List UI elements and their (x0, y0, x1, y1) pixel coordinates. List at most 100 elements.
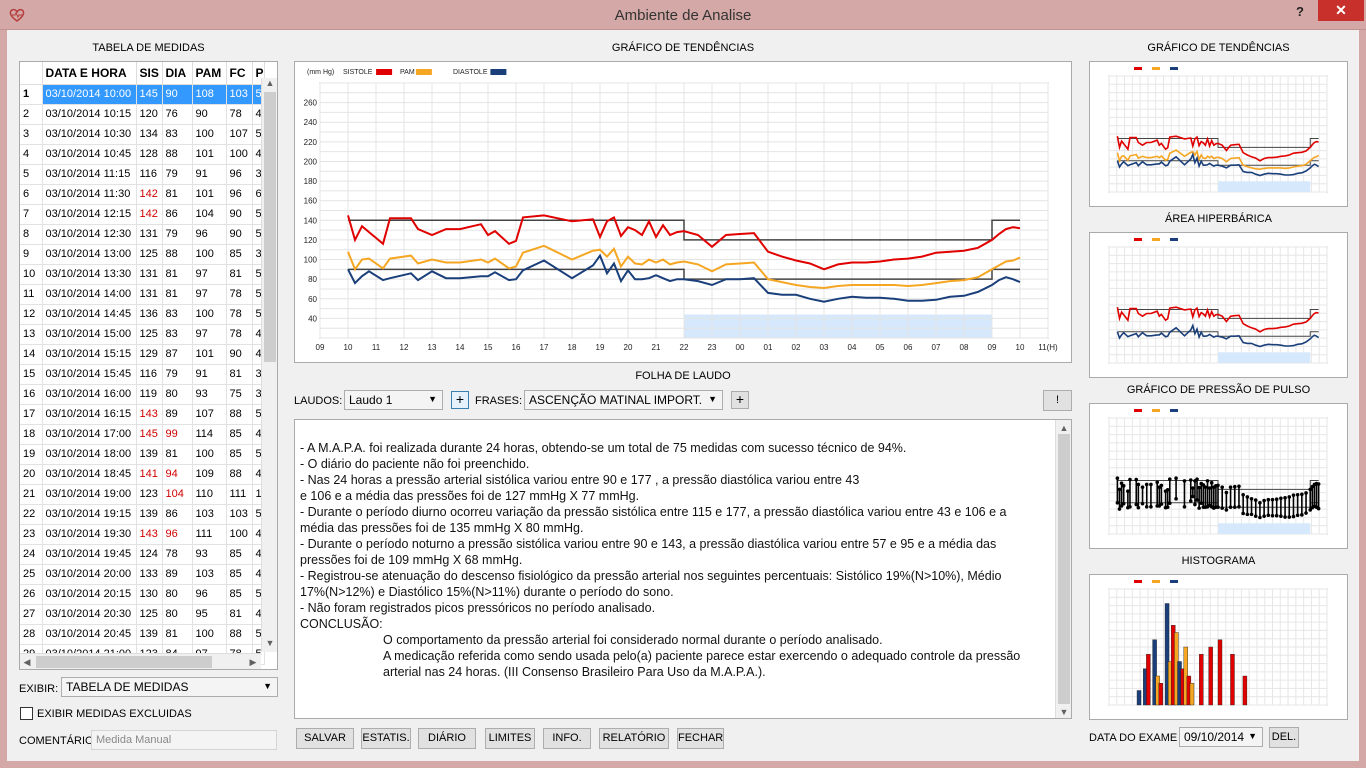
column-header[interactable]: DATA E HORA (42, 62, 137, 85)
estatis-button[interactable]: ESTATIS. (361, 728, 411, 749)
legend-swatch (1170, 238, 1178, 241)
pulse-point (1115, 476, 1120, 481)
pulse-point (1197, 485, 1201, 490)
x-tick-label: 10 (1016, 343, 1025, 352)
cell-pam: 100 (192, 444, 227, 465)
exibir-select[interactable]: TABELA DE MEDIDAS ▼ (61, 677, 278, 697)
measurement-table[interactable]: DATA E HORA SIS DIA PAM FC P 1 03/10/2014 10:0… (19, 61, 278, 670)
table-row[interactable]: 23 03/10/2014 19:30 143 96 111 100 4 (20, 524, 265, 545)
cell-pam: 109 (192, 464, 227, 485)
help-button[interactable]: ? (1290, 4, 1310, 22)
scroll-right-icon[interactable]: ▶ (246, 654, 260, 670)
table-row[interactable]: 16 03/10/2014 16:00 119 80 93 75 3 (20, 384, 265, 405)
limites-button[interactable]: LIMITES (485, 728, 535, 749)
x-tick-label: 02 (792, 343, 801, 352)
histogram-bar (1242, 675, 1248, 706)
table-row[interactable]: 17 03/10/2014 16:15 143 89 107 88 5 (20, 404, 265, 425)
legend-label: SISTOLE (343, 69, 373, 76)
table-row[interactable]: 1 03/10/2014 10:00 145 90 108 103 5 (20, 84, 265, 105)
laudo-text-area[interactable]: - A M.A.P.A. foi realizada durante 24 ho… (294, 419, 1072, 719)
exam-date-select[interactable]: 09/10/2014 ▼ (1179, 727, 1263, 747)
table-row[interactable]: 10 03/10/2014 13:30 131 81 97 81 5 (20, 264, 265, 285)
relatorio-button[interactable]: RELATÓRIO (599, 728, 669, 749)
comentario-input[interactable]: Medida Manual (91, 730, 277, 750)
pulse-point (1266, 513, 1271, 518)
table-row[interactable]: 18 03/10/2014 17:00 145 99 114 85 4 (20, 424, 265, 445)
hyperbaric-chart (1089, 232, 1348, 378)
table-row[interactable]: 26 03/10/2014 20:15 130 80 96 85 5 (20, 584, 265, 605)
main-chart-title: GRÁFICO DE TENDÊNCIAS (611, 42, 755, 54)
laudo-scrollbar[interactable]: ▲ ▼ (1055, 420, 1071, 718)
table-row[interactable]: 25 03/10/2014 20:00 133 89 103 85 4 (20, 564, 265, 585)
pulse-point (1126, 489, 1130, 493)
table-row[interactable]: 20 03/10/2014 18:45 141 94 109 88 4 (20, 464, 265, 485)
diario-button[interactable]: DIÁRIO (418, 728, 476, 749)
cell-pam: 96 (192, 224, 227, 245)
pulse-point (1167, 477, 1172, 481)
exibir-excluidas-checkbox[interactable] (20, 707, 33, 720)
alert-button[interactable]: ! (1043, 390, 1072, 411)
table-row[interactable]: 15 03/10/2014 15:45 116 79 91 81 3 (20, 364, 265, 385)
pulse-point (1140, 485, 1145, 489)
table-row[interactable]: 19 03/10/2014 18:00 139 81 100 85 5 (20, 444, 265, 465)
table-vertical-scrollbar[interactable]: ▲ ▼ (261, 78, 277, 652)
laudos-select[interactable]: Laudo 1 ▼ (344, 390, 443, 410)
fechar-button[interactable]: FECHAR (677, 728, 724, 749)
column-header[interactable]: DIA (162, 62, 193, 85)
frases-select[interactable]: ASCENÇÃO MATINAL IMPORT. ▼ (524, 390, 723, 410)
cell-dia: 76 (162, 104, 193, 125)
scroll-thumb[interactable] (264, 92, 276, 362)
row-number: 19 (20, 444, 43, 465)
table-row[interactable]: 8 03/10/2014 12:30 131 79 96 90 5 (20, 224, 265, 245)
scroll-up-icon[interactable]: ▲ (262, 78, 278, 92)
table-row[interactable]: 3 03/10/2014 10:30 134 83 100 107 5 (20, 124, 265, 145)
pulse-point (1245, 495, 1250, 499)
table-row[interactable]: 24 03/10/2014 19:45 124 78 93 85 4 (20, 544, 265, 565)
pulse-point (1117, 507, 1122, 511)
column-header[interactable]: SIS (136, 62, 163, 85)
table-row[interactable]: 11 03/10/2014 14:00 131 81 97 78 5 (20, 284, 265, 305)
histogram-bar (1189, 683, 1195, 706)
laudo-text: - A M.A.P.A. foi realizada durante 24 ho… (300, 440, 1052, 680)
table-row[interactable]: 9 03/10/2014 13:00 125 88 100 85 3 (20, 244, 265, 265)
cell-dia: 86 (162, 204, 193, 225)
table-row[interactable]: 14 03/10/2014 15:15 129 87 101 90 4 (20, 344, 265, 365)
cell-sis: 143 (136, 404, 163, 425)
close-button[interactable]: ✕ (1318, 0, 1364, 21)
scroll-left-icon[interactable]: ◀ (20, 654, 34, 670)
add-frase-button[interactable]: + (731, 391, 749, 409)
table-row[interactable]: 12 03/10/2014 14:45 136 83 100 78 5 (20, 304, 265, 325)
sleep-period-band (1218, 352, 1311, 363)
add-laudo-button[interactable]: + (451, 391, 469, 409)
table-row[interactable]: 4 03/10/2014 10:45 128 88 101 100 4 (20, 144, 265, 165)
column-header[interactable]: FC (226, 62, 253, 85)
row-number: 3 (20, 124, 43, 145)
scroll-down-icon[interactable]: ▼ (262, 638, 278, 652)
table-row[interactable]: 22 03/10/2014 19:15 139 86 103 103 5 (20, 504, 265, 525)
scroll-thumb[interactable] (36, 656, 212, 668)
x-tick-label: 07 (932, 343, 941, 352)
pulse-point (1220, 485, 1224, 489)
table-horizontal-scrollbar[interactable]: ◀ ▶ (20, 653, 261, 669)
table-row[interactable]: 7 03/10/2014 12:15 142 86 104 90 5 (20, 204, 265, 225)
table-row[interactable]: 13 03/10/2014 15:00 125 83 97 78 4 (20, 324, 265, 345)
cell-dia: 81 (162, 264, 193, 285)
table-row[interactable]: 27 03/10/2014 20:30 125 80 95 81 4 (20, 604, 265, 625)
pulse-point (1149, 504, 1153, 509)
scroll-thumb[interactable] (1058, 434, 1070, 704)
column-header[interactable]: PAM (192, 62, 227, 85)
info-button[interactable]: INFO. (543, 728, 591, 749)
cell-dia: 89 (162, 564, 193, 585)
table-row[interactable]: 5 03/10/2014 11:15 116 79 91 96 3 (20, 164, 265, 185)
pulse-point (1195, 498, 1199, 502)
cell-fc: 78 (226, 284, 253, 305)
pulse-point (1216, 505, 1220, 510)
table-row[interactable]: 6 03/10/2014 11:30 142 81 101 96 6 (20, 184, 265, 205)
table-row[interactable]: 28 03/10/2014 20:45 139 81 100 88 5 (20, 624, 265, 645)
table-row[interactable]: 21 03/10/2014 19:00 123 104 110 111 1 (20, 484, 265, 505)
scroll-down-icon[interactable]: ▼ (1056, 704, 1072, 720)
delete-exam-button[interactable]: DEL. (1269, 727, 1299, 748)
table-row[interactable]: 2 03/10/2014 10:15 120 76 90 78 4 (20, 104, 265, 125)
salvar-button[interactable]: SALVAR (296, 728, 354, 749)
y-tick-label: 100 (304, 256, 318, 265)
